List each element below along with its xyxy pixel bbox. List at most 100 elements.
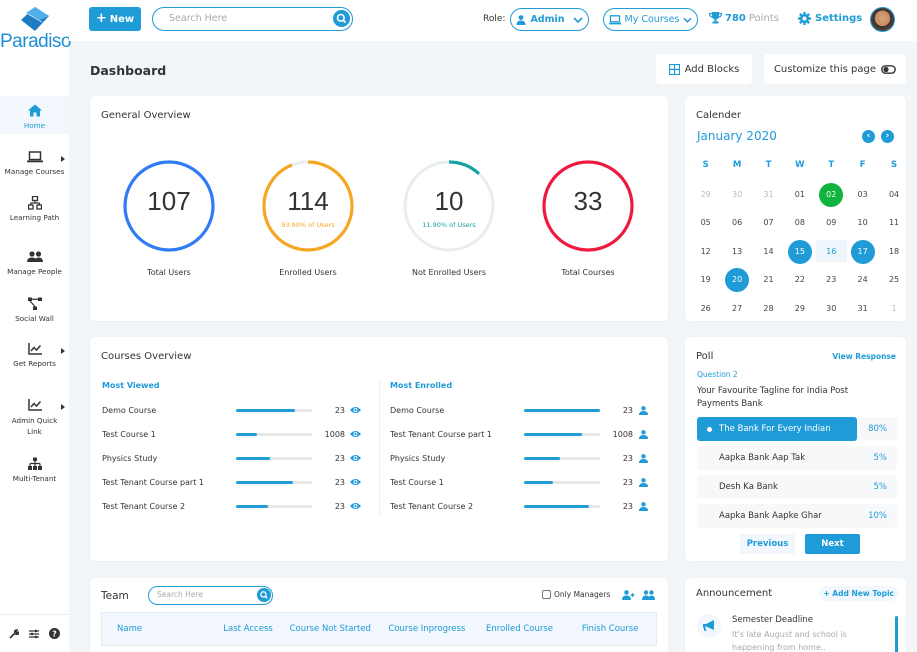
poll-option[interactable]: Aapka Bank Aapke Ghar 10% bbox=[697, 504, 897, 528]
add-new-topic-button[interactable]: + Add New Topic bbox=[819, 586, 898, 601]
poll-option[interactable]: Aapka Bank Aap Tak 5% bbox=[697, 446, 897, 470]
calendar-day[interactable]: 31 bbox=[753, 183, 784, 205]
poll-option[interactable]: The Bank For Every Indian 80% bbox=[697, 417, 897, 441]
sidebar-item-learning-path[interactable]: Learning Path bbox=[0, 196, 69, 222]
settings-button[interactable]: Settings bbox=[798, 12, 862, 25]
course-row[interactable]: Test Course 1 1008 bbox=[102, 426, 362, 442]
only-managers-checkbox[interactable]: Only Managers bbox=[542, 590, 610, 599]
calendar-day[interactable]: 10 bbox=[847, 211, 878, 233]
checkbox-box[interactable] bbox=[542, 590, 551, 599]
calendar-day[interactable]: 27 bbox=[721, 297, 752, 319]
column-header[interactable]: Course Not Started bbox=[281, 624, 379, 634]
calendar-day[interactable]: 31 bbox=[847, 297, 878, 319]
scrollbar[interactable] bbox=[895, 616, 898, 652]
prev-month-button[interactable]: ‹ bbox=[862, 130, 875, 143]
course-row[interactable]: Test Course 1 23 bbox=[390, 474, 650, 490]
course-name[interactable]: Test Course 1 bbox=[390, 478, 524, 487]
course-row[interactable]: Demo Course 23 bbox=[102, 402, 362, 418]
view-response-link[interactable]: View Response bbox=[832, 352, 896, 361]
course-name[interactable]: Physics Study bbox=[390, 454, 524, 463]
sidebar-item-manage-courses[interactable]: Manage Courses bbox=[0, 150, 69, 176]
calendar-day[interactable]: 20 bbox=[721, 268, 752, 293]
calendar-day[interactable]: 14 bbox=[753, 240, 784, 262]
my-courses-dropdown[interactable]: My Courses bbox=[603, 8, 698, 31]
calendar-day[interactable]: 1 bbox=[878, 297, 909, 319]
calendar-day[interactable]: 03 bbox=[847, 183, 878, 205]
calendar-day[interactable]: 29 bbox=[784, 297, 815, 319]
wrench-icon[interactable] bbox=[9, 628, 19, 639]
course-row[interactable]: Demo Course 23 bbox=[390, 402, 650, 418]
new-button[interactable]: + New bbox=[89, 7, 141, 31]
help-icon[interactable]: ? bbox=[49, 628, 60, 639]
calendar-day[interactable]: 19 bbox=[690, 268, 721, 290]
previous-button[interactable]: Previous bbox=[740, 534, 795, 554]
sidebar-item-social-wall[interactable]: Social Wall bbox=[0, 297, 69, 323]
course-name[interactable]: Test Course 1 bbox=[102, 430, 236, 439]
add-blocks-button[interactable]: Add Blocks bbox=[656, 54, 752, 84]
team-search-input[interactable]: Search Here bbox=[148, 586, 273, 605]
calendar-day[interactable]: 06 bbox=[721, 211, 752, 233]
course-name[interactable]: Demo Course bbox=[102, 406, 236, 415]
course-row[interactable]: Test Tenant Course 2 23 bbox=[390, 498, 650, 514]
calendar-day[interactable]: 04 bbox=[878, 183, 909, 205]
column-header[interactable]: Course Inprogress bbox=[379, 624, 475, 634]
brand-logo[interactable]: Paradiso bbox=[0, 4, 72, 60]
sidebar-item-multi-tenant[interactable]: Multi-Tenant bbox=[0, 457, 69, 483]
calendar-day[interactable]: 17 bbox=[847, 239, 878, 264]
next-button[interactable]: Next bbox=[805, 534, 860, 554]
announcement-title[interactable]: Semester Deadline bbox=[732, 615, 813, 625]
calendar-day[interactable]: 29 bbox=[690, 183, 721, 205]
calendar-day[interactable]: 13 bbox=[721, 240, 752, 262]
course-row[interactable]: Test Tenant Course part 1 1008 bbox=[390, 426, 650, 442]
calendar-day[interactable]: 21 bbox=[753, 268, 784, 290]
role-dropdown[interactable]: Admin bbox=[510, 8, 589, 31]
calendar-day[interactable]: 02 bbox=[816, 182, 847, 207]
calendar-day[interactable]: 25 bbox=[878, 268, 909, 290]
column-header[interactable]: Name bbox=[102, 624, 197, 634]
sidebar-item-manage-people[interactable]: Manage People bbox=[0, 250, 69, 276]
course-row[interactable]: Physics Study 23 bbox=[390, 450, 650, 466]
column-header[interactable]: Last Access bbox=[197, 624, 282, 634]
course-row[interactable]: Test Tenant Course 2 23 bbox=[102, 498, 362, 514]
calendar-day[interactable]: 01 bbox=[784, 183, 815, 205]
column-header[interactable]: Finish Course bbox=[564, 624, 656, 634]
sidebar-item-get-reports[interactable]: Get Reports bbox=[0, 342, 69, 368]
search-input[interactable]: Search Here bbox=[152, 7, 353, 31]
calendar-day[interactable]: 28 bbox=[753, 297, 784, 319]
course-name[interactable]: Test Tenant Course 2 bbox=[390, 502, 524, 511]
poll-option[interactable]: Desh Ka Bank 5% bbox=[697, 475, 897, 499]
calendar-day[interactable]: 05 bbox=[690, 211, 721, 233]
sidebar-item-home[interactable]: Home bbox=[0, 96, 69, 134]
course-name[interactable]: Demo Course bbox=[390, 406, 524, 415]
calendar-day[interactable]: 11 bbox=[878, 211, 909, 233]
course-name[interactable]: Physics Study bbox=[102, 454, 236, 463]
add-user-icon[interactable] bbox=[622, 590, 635, 600]
column-header[interactable]: Enrolled Course bbox=[475, 624, 565, 634]
calendar-day[interactable]: 30 bbox=[816, 297, 847, 319]
calendar-day[interactable]: 09 bbox=[816, 211, 847, 233]
calendar-day[interactable]: 16 bbox=[815, 239, 847, 262]
users-icon[interactable] bbox=[642, 590, 655, 600]
calendar-day[interactable]: 07 bbox=[753, 211, 784, 233]
user-avatar[interactable] bbox=[870, 7, 895, 32]
calendar-day[interactable]: 08 bbox=[784, 211, 815, 233]
calendar-day[interactable]: 23 bbox=[816, 268, 847, 290]
calendar-day[interactable]: 24 bbox=[847, 268, 878, 290]
next-month-button[interactable]: › bbox=[881, 130, 894, 143]
course-name[interactable]: Test Tenant Course part 1 bbox=[390, 430, 524, 439]
sidebar-item-admin-quick-link[interactable]: Admin Quick Link bbox=[0, 398, 69, 437]
calendar-day[interactable]: 22 bbox=[784, 268, 815, 290]
customize-page-toggle[interactable]: Customize this page bbox=[764, 54, 906, 84]
sliders-icon[interactable] bbox=[29, 629, 39, 639]
course-name[interactable]: Test Tenant Course part 1 bbox=[102, 478, 236, 487]
calendar-day[interactable]: 15 bbox=[784, 239, 815, 264]
search-icon[interactable] bbox=[333, 10, 350, 27]
course-row[interactable]: Physics Study 23 bbox=[102, 450, 362, 466]
calendar-day[interactable]: 12 bbox=[690, 240, 721, 262]
search-icon[interactable] bbox=[257, 588, 271, 602]
calendar-day[interactable]: 30 bbox=[721, 183, 752, 205]
course-row[interactable]: Test Tenant Course part 1 23 bbox=[102, 474, 362, 490]
calendar-day[interactable]: 18 bbox=[878, 240, 909, 262]
course-name[interactable]: Test Tenant Course 2 bbox=[102, 502, 236, 511]
calendar-day[interactable]: 26 bbox=[690, 297, 721, 319]
